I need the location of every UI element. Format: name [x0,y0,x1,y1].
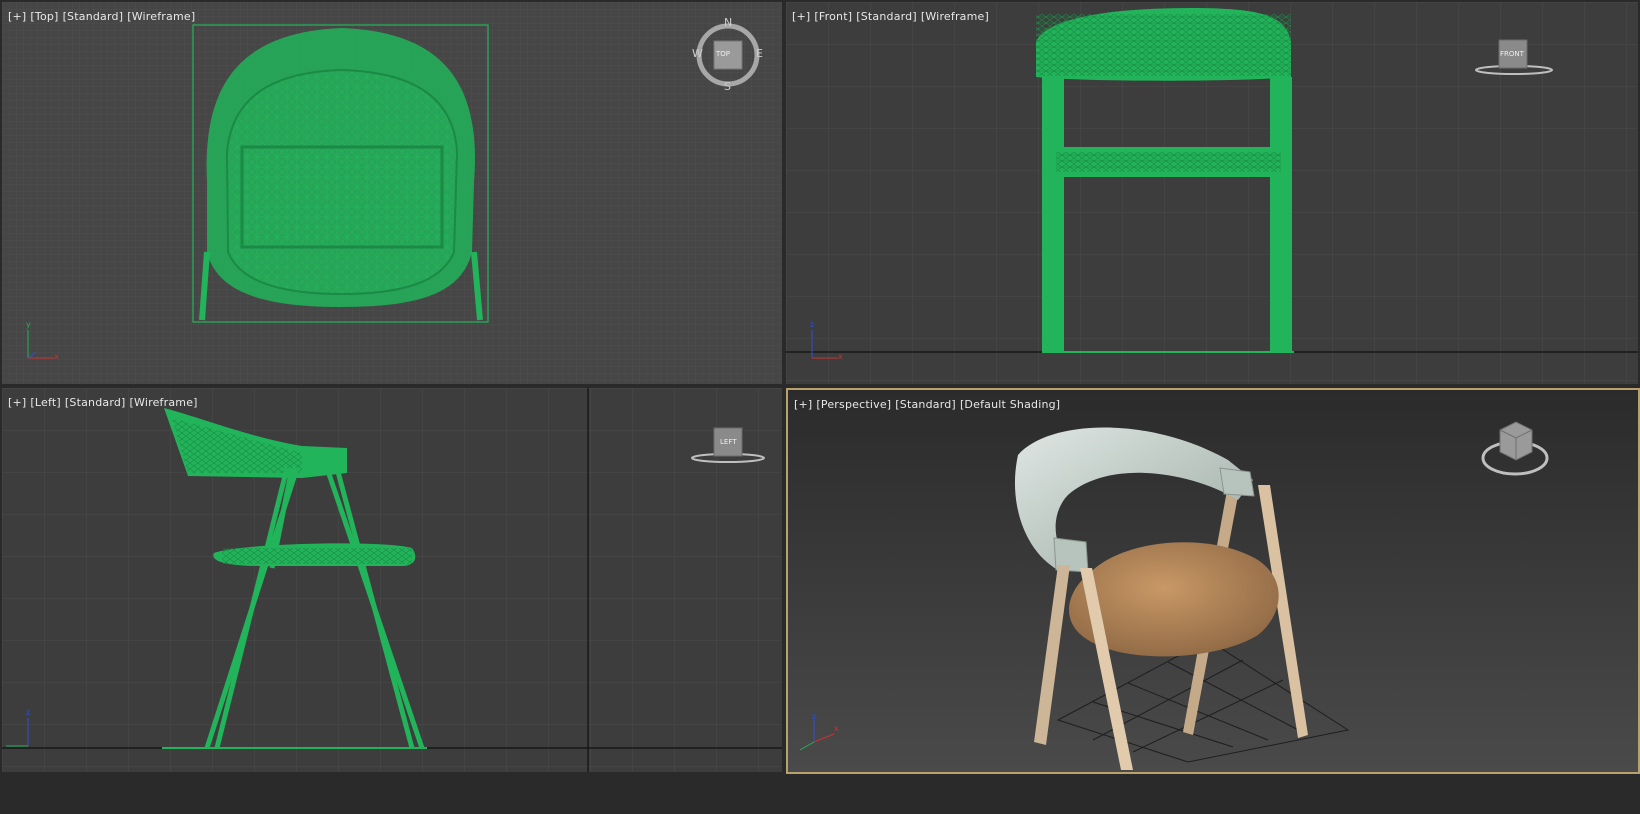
viewport-preset-label[interactable]: [Standard] [895,398,956,411]
viewport-plus-menu[interactable]: [+] [792,10,810,23]
viewport-preset-label[interactable]: [Standard] [856,10,917,23]
viewport-point-of-view-label[interactable]: [Front] [814,10,852,23]
viewport-point-of-view-label[interactable]: [Left] [30,396,60,409]
viewcube-label[interactable]: FRONT [1500,50,1524,58]
viewport-preset-label[interactable]: [Standard] [65,396,126,409]
viewport-front[interactable]: [+] [Front] [Standard] [Wireframe] FRONT z … [786,2,1638,384]
viewport-shading-label[interactable]: [Wireframe] [921,10,989,23]
axis-label-x: x [54,352,59,361]
axis-label-y: y [26,320,31,329]
status-strip [0,806,1640,814]
front-view-scene [786,2,1638,384]
perspective-view-scene [788,390,1638,772]
viewport-label-left[interactable]: [+] [Left] [Standard] [Wireframe] [8,396,202,409]
viewport-plus-menu[interactable]: [+] [794,398,812,411]
top-view-scene [2,2,782,384]
viewport-label-perspective[interactable]: [+] [Perspective] [Standard] [Default Shadi… [794,398,1064,411]
viewport-plus-menu[interactable]: [+] [8,396,26,409]
compass-letter-s: S [724,80,731,93]
axis-label-z: z [26,708,31,717]
viewport-shading-label[interactable]: [Default Shading] [960,398,1060,411]
viewport-shading-label[interactable]: [Wireframe] [127,10,195,23]
compass-cube-label[interactable]: TOP [716,50,730,58]
viewport-point-of-view-label[interactable]: [Top] [30,10,58,23]
axis-label-x: x [834,724,839,733]
viewport-preset-label[interactable]: [Standard] [63,10,124,23]
compass-letter-e: E [756,47,763,60]
viewport-perspective[interactable]: [+] [Perspective] [Standard] [Default Shadi… [786,388,1640,774]
compass-letter-w: W [692,47,703,60]
viewport-label-top[interactable]: [+] [Top] [Standard] [Wireframe] [8,10,199,23]
viewport-top[interactable]: [+] [Top] [Standard] [Wireframe] N S E W TO… [2,2,782,384]
compass-letter-n: N [724,16,733,29]
viewport-left[interactable]: [+] [Left] [Standard] [Wireframe] LEFT z [2,388,782,772]
viewport-shading-label[interactable]: [Wireframe] [130,396,198,409]
left-view-scene [2,388,782,772]
viewport-point-of-view-label[interactable]: [Perspective] [816,398,891,411]
axis-label-x: x [838,352,843,361]
viewport-plus-menu[interactable]: [+] [8,10,26,23]
viewcube-label[interactable]: LEFT [720,438,737,446]
viewport-label-front[interactable]: [+] [Front] [Standard] [Wireframe] [792,10,993,23]
axis-label-z: z [810,320,815,329]
axis-label-z: z [812,712,817,721]
